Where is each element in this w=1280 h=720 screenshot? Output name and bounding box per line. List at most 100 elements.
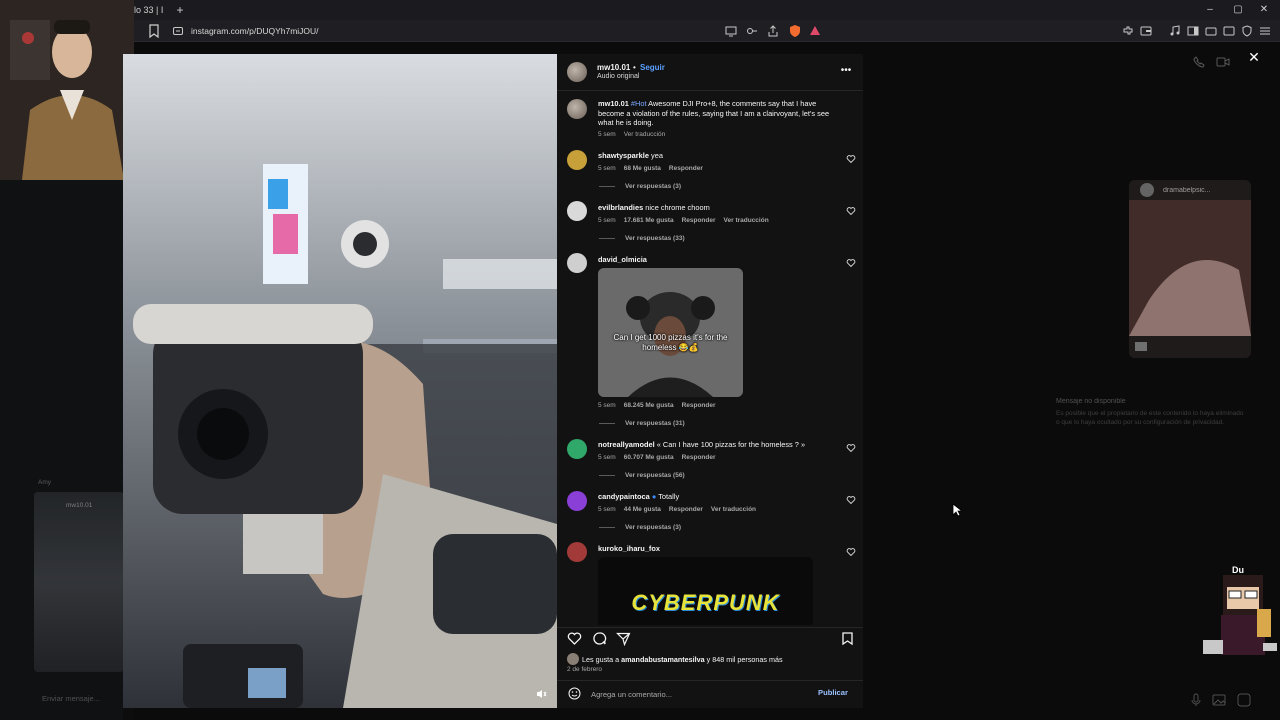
comment-username[interactable]: david_olmicia xyxy=(598,255,647,264)
view-replies-button[interactable]: Ver respuestas (31) xyxy=(599,420,685,427)
sticker-icon[interactable] xyxy=(1237,693,1251,707)
comment-username[interactable]: kuroko_iharu_fox xyxy=(598,544,660,553)
brave-shield-icon[interactable] xyxy=(788,24,802,38)
caption-hashtag[interactable]: #Hot xyxy=(631,99,647,108)
microphone-icon[interactable] xyxy=(1190,693,1202,707)
extensions-icon[interactable] xyxy=(1121,24,1135,38)
comment-avatar[interactable] xyxy=(567,491,587,511)
comment-icon[interactable] xyxy=(592,631,607,646)
comment-likes[interactable]: 44 Me gusta xyxy=(624,506,661,513)
url-text[interactable]: instagram.com/p/DUQYh7miJOU/ xyxy=(191,24,319,38)
emoji-icon[interactable] xyxy=(568,687,581,700)
new-tab-button[interactable]: + xyxy=(173,2,187,18)
rewards-icon[interactable] xyxy=(808,24,822,38)
comment-avatar[interactable] xyxy=(567,253,587,273)
comment-likes[interactable]: 60.707 Me gusta xyxy=(624,454,674,461)
divider xyxy=(557,680,863,681)
comment-username[interactable]: candypaintoca xyxy=(598,492,650,501)
caption-translate-link[interactable]: Ver traducción xyxy=(624,131,666,138)
music-icon[interactable] xyxy=(1168,24,1182,38)
publish-button[interactable]: Publicar xyxy=(818,688,848,697)
like-comment-heart-icon[interactable] xyxy=(846,154,856,164)
image-icon[interactable] xyxy=(1212,693,1226,707)
shared-post-thumbnail[interactable] xyxy=(34,492,124,672)
comment-avatar[interactable] xyxy=(567,150,587,170)
key-icon[interactable] xyxy=(745,24,759,38)
save-bookmark-icon[interactable] xyxy=(840,631,855,646)
maximize-button[interactable]: ▢ xyxy=(1229,2,1247,18)
add-comment-input[interactable] xyxy=(591,687,811,701)
comment-text: candypaintoca ● Totally xyxy=(598,492,679,502)
gif-caption: Can I get 1000 pizzas it's for the homel… xyxy=(613,333,728,352)
comment-text: shawtysparkle yea xyxy=(598,151,663,161)
unavailable-message-title: Mensaje no disponible xyxy=(1056,398,1126,405)
sidebar-icon[interactable] xyxy=(1186,24,1200,38)
reader-mode-icon[interactable] xyxy=(724,24,738,38)
translate-button[interactable]: Ver traducción xyxy=(711,506,756,513)
vpn-icon[interactable] xyxy=(1204,24,1218,38)
comment-likes[interactable]: 17.681 Me gusta xyxy=(624,217,674,224)
comment-meta: 5 sem 60.707 Me gusta Responder xyxy=(598,454,724,461)
like-comment-heart-icon[interactable] xyxy=(846,258,856,268)
comment-likes[interactable]: 68.245 Me gusta xyxy=(624,402,674,409)
reply-button[interactable]: Responder xyxy=(682,402,716,409)
post-video[interactable] xyxy=(123,54,557,708)
minimize-button[interactable]: – xyxy=(1201,2,1219,18)
separator-dot: • xyxy=(633,63,636,72)
shield-icon[interactable] xyxy=(1240,24,1254,38)
menu-icon[interactable] xyxy=(1258,24,1272,38)
caption-avatar[interactable] xyxy=(567,99,587,119)
view-replies-button[interactable]: Ver respuestas (33) xyxy=(599,235,685,242)
comment-text: evilbrlandies nice chrome choom xyxy=(598,203,710,213)
wallet-card-icon[interactable] xyxy=(1222,24,1236,38)
follow-button[interactable]: Seguir xyxy=(640,63,665,72)
comment-username[interactable]: notreallyamodel xyxy=(598,440,655,449)
comment-meta: 5 sem 68 Me gusta Responder xyxy=(598,165,711,172)
comment-avatar[interactable] xyxy=(567,201,587,221)
comment-avatar[interactable] xyxy=(567,439,587,459)
caption-username[interactable]: mw10.01 xyxy=(598,99,629,108)
post-author-avatar[interactable] xyxy=(567,62,587,82)
close-window-button[interactable]: ✕ xyxy=(1255,2,1273,18)
mute-icon[interactable] xyxy=(535,688,547,700)
comment-avatar[interactable] xyxy=(567,542,587,562)
caption-meta: 5 sem Ver traducción xyxy=(598,131,673,138)
comment-likes[interactable]: 68 Me gusta xyxy=(624,165,661,172)
original-audio-link[interactable]: Audio original xyxy=(597,73,639,80)
comment-time: 5 sem xyxy=(598,402,616,409)
translate-button[interactable]: Ver traducción xyxy=(724,217,769,224)
view-replies-button[interactable]: Ver respuestas (56) xyxy=(599,472,685,479)
like-heart-icon[interactable] xyxy=(567,631,582,646)
bookmark-icon[interactable] xyxy=(148,24,160,38)
reply-button[interactable]: Responder xyxy=(669,165,703,172)
post-caption: mw10.01 #Hot Awesome DJI Pro+8, the comm… xyxy=(598,99,830,128)
share-send-icon[interactable] xyxy=(616,631,631,646)
message-input[interactable]: Enviar mensaje... xyxy=(42,694,100,703)
like-comment-heart-icon[interactable] xyxy=(846,495,856,505)
comment-time: 5 sem xyxy=(598,506,616,513)
left-chat-name: Amy xyxy=(38,479,51,486)
comment-username[interactable]: evilbrlandies xyxy=(598,203,643,212)
more-options-icon[interactable]: ••• xyxy=(839,64,853,78)
view-replies-button[interactable]: Ver respuestas (3) xyxy=(599,183,681,190)
phone-icon[interactable] xyxy=(1193,56,1205,68)
reply-button[interactable]: Responder xyxy=(682,217,716,224)
like-comment-heart-icon[interactable] xyxy=(846,547,856,557)
video-call-icon[interactable] xyxy=(1216,56,1230,68)
comment-username[interactable]: shawtysparkle xyxy=(598,151,649,160)
reply-button[interactable]: Responder xyxy=(669,506,703,513)
view-replies-button[interactable]: Ver respuestas (3) xyxy=(599,524,681,531)
browser-tab[interactable]: lo 33 | I xyxy=(134,2,164,18)
close-icon[interactable]: ✕ xyxy=(1246,49,1262,65)
share-icon[interactable] xyxy=(766,24,780,38)
like-comment-heart-icon[interactable] xyxy=(846,443,856,453)
like-comment-heart-icon[interactable] xyxy=(846,206,856,216)
post-author-username[interactable]: mw10.01 xyxy=(597,63,630,72)
dm-shared-card[interactable] xyxy=(1129,180,1251,358)
wallet-icon[interactable] xyxy=(1139,24,1153,38)
liker-username[interactable]: amandabustamantesilva xyxy=(621,655,705,664)
likes-summary[interactable]: Les gusta a amandabustamantesilva y 848 … xyxy=(582,655,783,664)
site-info-icon[interactable] xyxy=(172,25,184,37)
divider xyxy=(557,627,863,628)
reply-button[interactable]: Responder xyxy=(682,454,716,461)
